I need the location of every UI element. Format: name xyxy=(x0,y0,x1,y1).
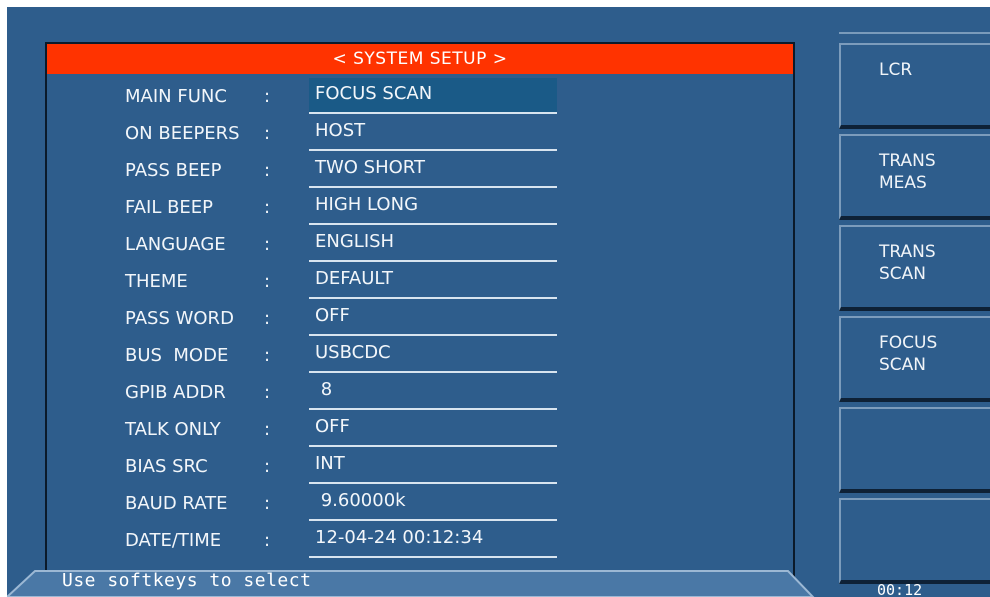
setting-colon: : xyxy=(264,123,271,144)
softkey-blank-5[interactable] xyxy=(839,407,990,493)
field-underline xyxy=(309,519,557,521)
setting-label: BAUD RATE xyxy=(125,493,228,514)
softkey-label: LCR xyxy=(879,60,913,80)
setting-row-main-func[interactable]: MAIN FUNC : FOCUS SCAN xyxy=(47,78,793,115)
setting-row-baud-rate[interactable]: BAUD RATE : 9.60000k xyxy=(47,485,793,522)
setting-row-fail-beep[interactable]: FAIL BEEP : HIGH LONG xyxy=(47,189,793,226)
instrument-screen: < SYSTEM SETUP > MAIN FUNC : FOCUS SCAN … xyxy=(7,7,990,597)
setting-label: BIAS SRC xyxy=(125,456,208,477)
setting-value-field[interactable]: 12-04-24 00:12:34 xyxy=(309,522,557,556)
field-underline xyxy=(309,223,557,225)
setting-value-field[interactable]: OFF xyxy=(309,300,557,334)
setting-label: THEME xyxy=(125,271,188,292)
status-message: Use softkeys to select xyxy=(62,570,312,591)
setting-value-field[interactable]: OFF xyxy=(309,411,557,445)
setting-label: ON BEEPERS xyxy=(125,123,240,144)
setting-row-language[interactable]: LANGUAGE : ENGLISH xyxy=(47,226,793,263)
setting-colon: : xyxy=(264,493,271,514)
setting-value-field[interactable]: USBCDC xyxy=(309,337,557,371)
softkey-focus-scan[interactable]: FOCUS SCAN xyxy=(839,316,990,402)
setting-row-talk-only[interactable]: TALK ONLY : OFF xyxy=(47,411,793,448)
field-underline xyxy=(309,556,557,558)
setting-value-field[interactable]: INT xyxy=(309,448,557,482)
setting-colon: : xyxy=(264,308,271,329)
system-setup-panel: < SYSTEM SETUP > MAIN FUNC : FOCUS SCAN … xyxy=(45,42,795,582)
setting-row-gpib-addr[interactable]: GPIB ADDR : 8 xyxy=(47,374,793,411)
softkey-label: FOCUS SCAN xyxy=(879,333,938,375)
softkey-trans-scan[interactable]: TRANS SCAN xyxy=(839,225,990,311)
field-underline xyxy=(309,186,557,188)
field-underline xyxy=(309,112,557,114)
field-underline xyxy=(309,371,557,373)
setting-colon: : xyxy=(264,197,271,218)
setting-colon: : xyxy=(264,271,271,292)
softkey-blank-6[interactable] xyxy=(839,498,990,584)
status-bar: Use softkeys to select xyxy=(7,567,817,597)
setting-row-pass-word[interactable]: PASS WORD : OFF xyxy=(47,300,793,337)
setting-label: MAIN FUNC xyxy=(125,86,227,107)
setting-colon: : xyxy=(264,456,271,477)
setting-value-field[interactable]: HIGH LONG xyxy=(309,189,557,223)
setting-colon: : xyxy=(264,160,271,181)
setting-value-field[interactable]: 9.60000k xyxy=(309,485,557,519)
page-title: < SYSTEM SETUP > xyxy=(47,44,793,74)
softkey-label: TRANS MEAS xyxy=(879,151,936,193)
field-underline xyxy=(309,149,557,151)
field-underline xyxy=(309,260,557,262)
setting-row-date-time[interactable]: DATE/TIME : 12-04-24 00:12:34 xyxy=(47,522,793,559)
setting-row-bus-mode[interactable]: BUS MODE : USBCDC xyxy=(47,337,793,374)
setting-row-pass-beep[interactable]: PASS BEEP : TWO SHORT xyxy=(47,152,793,189)
setting-colon: : xyxy=(264,419,271,440)
field-underline xyxy=(309,408,557,410)
setting-label: GPIB ADDR xyxy=(125,382,226,403)
setting-value-field[interactable]: FOCUS SCAN xyxy=(309,78,557,112)
softkey-panel: LCR TRANS MEAS TRANS SCAN FOCUS SCAN xyxy=(833,7,990,597)
setting-colon: : xyxy=(264,345,271,366)
setting-colon: : xyxy=(264,234,271,255)
softkey-trans-meas[interactable]: TRANS MEAS xyxy=(839,134,990,220)
field-underline xyxy=(309,482,557,484)
softkey-divider xyxy=(839,32,990,34)
setting-label: PASS WORD xyxy=(125,308,234,329)
setting-row-bias-src[interactable]: BIAS SRC : INT xyxy=(47,448,793,485)
field-underline xyxy=(309,297,557,299)
setting-label: PASS BEEP xyxy=(125,160,222,181)
clock-readout: 00:12 xyxy=(877,581,923,597)
softkey-label: TRANS SCAN xyxy=(879,242,936,284)
setting-row-on-beepers[interactable]: ON BEEPERS : HOST xyxy=(47,115,793,152)
setting-label: LANGUAGE xyxy=(125,234,226,255)
setting-label: FAIL BEEP xyxy=(125,197,214,218)
setting-colon: : xyxy=(264,530,271,551)
field-underline xyxy=(309,334,557,336)
field-underline xyxy=(309,445,557,447)
setting-value-field[interactable]: ENGLISH xyxy=(309,226,557,260)
setting-label: TALK ONLY xyxy=(125,419,221,440)
setting-label: DATE/TIME xyxy=(125,530,222,551)
setting-colon: : xyxy=(264,382,271,403)
setting-value-field[interactable]: DEFAULT xyxy=(309,263,557,297)
setting-label: BUS MODE xyxy=(125,345,229,366)
softkey-lcr[interactable]: LCR xyxy=(839,43,990,129)
setting-row-theme[interactable]: THEME : DEFAULT xyxy=(47,263,793,300)
setting-colon: : xyxy=(264,86,271,107)
setting-value-field[interactable]: TWO SHORT xyxy=(309,152,557,186)
setting-value-field[interactable]: 8 xyxy=(309,374,557,408)
setting-value-field[interactable]: HOST xyxy=(309,115,557,149)
